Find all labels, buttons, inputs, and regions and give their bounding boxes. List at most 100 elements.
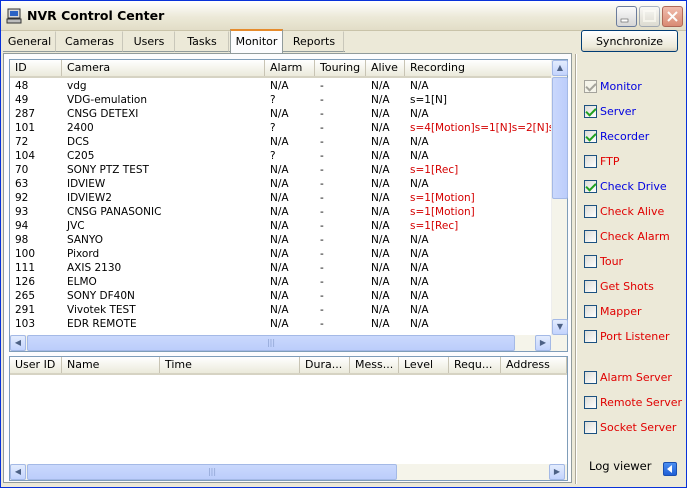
column-header-duration[interactable]: Dura... — [300, 357, 350, 373]
checkbox-box[interactable] — [584, 305, 597, 318]
checkbox-box[interactable] — [584, 180, 597, 193]
checkbox-box[interactable] — [584, 421, 597, 434]
table-row[interactable]: 48 vdg N/A - N/A N/A — [10, 79, 553, 93]
cell-touring: - — [320, 206, 324, 218]
cell-alarm: N/A — [270, 262, 289, 274]
computer-icon — [6, 8, 22, 24]
scroll-up-button[interactable]: ▲ — [552, 60, 568, 76]
table-row[interactable]: 63 IDVIEW N/A - N/A N/A — [10, 177, 553, 191]
close-icon — [667, 11, 678, 22]
cell-recording: s=1[Motion] — [410, 192, 475, 204]
checkbox-box[interactable] — [584, 255, 597, 268]
cell-id: 287 — [15, 108, 36, 120]
table-row[interactable]: 103 EDR REMOTE N/A - N/A N/A — [10, 317, 553, 331]
log-list-horizontal-scrollbar[interactable]: ◀ ||| ▶ — [10, 464, 567, 480]
column-header-message[interactable]: Mess... — [350, 357, 399, 373]
table-row[interactable]: 94 JVC N/A - N/A s=1[Rec] — [10, 219, 553, 233]
close-button[interactable] — [662, 6, 683, 27]
cell-alarm: N/A — [270, 108, 289, 120]
cell-alarm: N/A — [270, 136, 289, 148]
table-row[interactable]: 49 VDG-emulation? - N/A s=1[N] — [10, 93, 553, 107]
log-horizontal-scroll-thumb[interactable]: ||| — [27, 464, 397, 480]
scroll-down-button[interactable]: ▼ — [552, 319, 568, 335]
table-row[interactable]: 104 C205? - N/A N/A — [10, 149, 553, 163]
table-row[interactable]: 287 CNSG DETEXI N/A - N/A N/A — [10, 107, 553, 121]
table-row[interactable]: 100 Pixord N/A - N/A N/A — [10, 247, 553, 261]
horizontal-scroll-thumb[interactable]: ||| — [27, 335, 515, 351]
column-header-name[interactable]: Name — [62, 357, 160, 373]
cell-alive: N/A — [371, 94, 390, 106]
cell-id: 92 — [15, 192, 29, 204]
cell-alarm: N/A — [270, 318, 289, 330]
column-header-time[interactable]: Time — [160, 357, 300, 373]
checkbox-box[interactable] — [584, 80, 597, 93]
cell-id: 49 — [15, 94, 29, 106]
synchronize-button[interactable]: Synchronize — [581, 30, 678, 52]
checkbox-box[interactable] — [584, 155, 597, 168]
table-row[interactable]: 291 Vivotek TEST N/A - N/A N/A — [10, 303, 553, 317]
column-header-recording[interactable]: Recording — [405, 60, 553, 76]
column-header-address[interactable]: Address — [501, 357, 567, 373]
checkbox-box[interactable] — [584, 371, 597, 384]
column-header-touring[interactable]: Touring — [315, 60, 366, 76]
table-row[interactable]: 72 DCS N/A - N/A N/A — [10, 135, 553, 149]
column-header-request[interactable]: Requ... — [449, 357, 501, 373]
camera-status-list[interactable]: ID Camera Alarm Touring Alive Recording … — [9, 59, 568, 352]
column-header-alarm[interactable]: Alarm — [265, 60, 315, 76]
log-viewer-toggle-button[interactable] — [663, 462, 677, 476]
tab-general[interactable]: General — [3, 31, 56, 52]
table-row[interactable]: 98 SANYO N/A - N/A N/A — [10, 233, 553, 247]
cell-recording: s=4[Motion]s=1[N]s=2[N]s=3 — [410, 122, 553, 134]
cell-camera: IDVIEW2 — [67, 192, 112, 204]
minimize-button[interactable] — [616, 6, 637, 27]
cell-recording: N/A — [410, 80, 429, 92]
title-bar[interactable]: NVR Control Center — [1, 1, 686, 31]
checkbox-box[interactable] — [584, 105, 597, 118]
log-scroll-right-button[interactable]: ▶ — [549, 464, 565, 480]
vertical-scroll-thumb[interactable] — [552, 77, 568, 199]
column-header-level[interactable]: Level — [399, 357, 449, 373]
log-scroll-left-button[interactable]: ◀ — [10, 464, 26, 480]
tab-users[interactable]: Users — [123, 31, 175, 52]
cell-camera: DCS — [67, 136, 90, 148]
scroll-left-button[interactable]: ◀ — [10, 335, 26, 351]
checkbox-label: Tour — [600, 255, 624, 268]
maximize-button[interactable] — [639, 6, 660, 27]
tab-cameras[interactable]: Cameras — [56, 31, 123, 52]
column-header-id[interactable]: ID — [10, 60, 62, 76]
checkbox-label: Alarm Server — [600, 371, 672, 384]
log-list-header: User ID Name Time Dura... Mess... Level … — [10, 357, 567, 375]
tab-reports[interactable]: Reports — [284, 31, 344, 52]
checkbox-box[interactable] — [584, 130, 597, 143]
checkbox-box[interactable] — [584, 205, 597, 218]
cell-recording: N/A — [410, 178, 429, 190]
table-row[interactable]: 70 SONY PTZ TEST N/A - N/A s=1[Rec] — [10, 163, 553, 177]
column-header-user-id[interactable]: User ID — [10, 357, 62, 373]
tab-tasks[interactable]: Tasks — [175, 31, 229, 52]
checkbox-box[interactable] — [584, 330, 597, 343]
table-row[interactable]: 92 IDVIEW2 N/A - N/A s=1[Motion] — [10, 191, 553, 205]
table-row[interactable]: 93 CNSG PANASONIC N/A - N/A s=1[Motion] — [10, 205, 553, 219]
cell-camera: CNSG DETEXI — [67, 108, 139, 120]
table-row[interactable]: 111 AXIS 2130 N/A - N/A N/A — [10, 261, 553, 275]
scroll-right-button[interactable]: ▶ — [535, 335, 551, 351]
table-row[interactable]: 265 SONY DF40N N/A - N/A N/A — [10, 289, 553, 303]
column-header-camera[interactable]: Camera — [62, 60, 265, 76]
table-row[interactable]: 126 ELMO N/A - N/A N/A — [10, 275, 553, 289]
cell-id: 265 — [15, 290, 36, 302]
checkbox-box[interactable] — [584, 230, 597, 243]
tab-monitor[interactable]: Monitor — [230, 29, 283, 53]
cell-touring: - — [320, 220, 324, 232]
checkbox-box[interactable] — [584, 396, 597, 409]
cell-recording: N/A — [410, 290, 429, 302]
camera-list-horizontal-scrollbar[interactable]: ◀ ||| ▶ — [10, 335, 567, 351]
event-log-list[interactable]: User ID Name Time Dura... Mess... Level … — [9, 356, 568, 481]
camera-list-vertical-scrollbar[interactable]: ▲ ▼ — [551, 60, 568, 335]
cell-alarm: N/A — [270, 304, 289, 316]
checkbox-box[interactable] — [584, 280, 597, 293]
column-header-alive[interactable]: Alive — [366, 60, 405, 76]
cell-alarm: N/A — [270, 178, 289, 190]
table-row[interactable]: 101 2400? - N/A s=4[Motion]s=1[N]s=2[N]s=3 — [10, 121, 553, 135]
cell-alarm: N/A — [270, 248, 289, 260]
checkbox-label: Check Drive — [600, 180, 667, 193]
